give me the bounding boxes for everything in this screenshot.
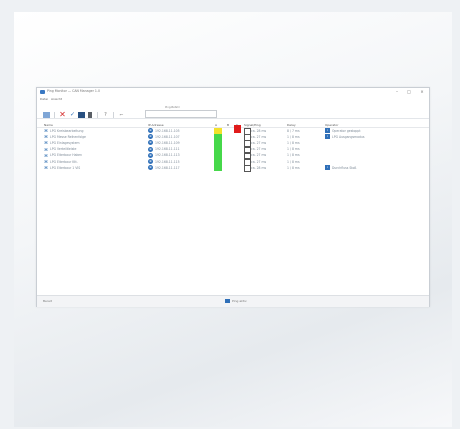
table-row[interactable]: ⌘ LPG Eiterbaur 1 VIS ⊕ 192.168.11.117 ca. 2… (37, 165, 429, 172)
command-input[interactable] (145, 110, 217, 118)
network-icon: ⊕ (148, 128, 153, 133)
app-icon (40, 90, 45, 94)
delay-value: 1 / 8 ms (287, 134, 300, 139)
device-name: LPG Einlagesystem (50, 140, 80, 145)
status-text: Bereit (43, 299, 52, 303)
device-icon: ⌘ (44, 165, 48, 171)
signal-value: ca. 27 ms (251, 134, 267, 139)
device-icon: ⌘ (44, 146, 48, 152)
signal-value: ca. 27 ms (251, 140, 267, 145)
new-icon[interactable] (43, 112, 50, 118)
maximize-button[interactable]: □ (403, 88, 415, 96)
info-icon[interactable]: ? (102, 112, 109, 118)
toolbar-separator (113, 112, 114, 118)
status-bar: Bereit Ping aktiv (37, 295, 429, 307)
network-icon: ⊕ (148, 134, 153, 140)
run-icon[interactable]: ⌐ (118, 112, 125, 118)
network-icon: ⊕ (148, 165, 153, 171)
operator-value: LPG Ausgangsmodus (332, 134, 365, 139)
device-ip: 192.168.11.109 (155, 140, 180, 145)
operator-value: Operator gestoppt (332, 128, 361, 133)
header-delay[interactable]: Delay (287, 123, 296, 127)
device-name: LPG Eiterbaur Ktt. (50, 159, 78, 164)
signal-value: ca. 27 ms (251, 159, 267, 164)
title-bar: Ping Monitor — CAN Manager 1.0 – □ × (37, 88, 429, 96)
delay-value: 1 / 8 ms (287, 147, 300, 152)
toolbar: ✕ ✓ ? ⌐ Ping-Befehl (37, 101, 429, 119)
close-button[interactable]: × (416, 88, 428, 96)
table-row[interactable]: ⌘ LPG Kreisbearbeitung ⊕ 192.168.11.105 ca. … (37, 128, 429, 135)
header-b[interactable]: B (227, 123, 229, 127)
device-ip: 192.168.11.105 (155, 128, 180, 133)
device-name: LPG Eiterbaur Haken (50, 153, 83, 158)
delete-icon[interactable]: ✕ (59, 111, 66, 119)
signal-value: ca. 27 ms (251, 153, 267, 158)
device-icon: ⌘ (44, 140, 48, 146)
header-name[interactable]: Name (44, 123, 53, 127)
device-ip: 192.168.11.115 (155, 159, 180, 164)
status-icon (225, 299, 230, 303)
command-label: Ping-Befehl (165, 106, 180, 109)
device-ip: 192.168.11.117 (155, 165, 180, 170)
operator-value: Durchfluss Stoß (332, 165, 357, 170)
network-icon: ⊕ (148, 159, 153, 164)
app-window: Ping Monitor — CAN Manager 1.0 – □ × Dat… (36, 87, 430, 307)
signal-value: ca. 28 ms (251, 128, 267, 133)
device-ip: 192.168.11.107 (155, 134, 180, 139)
header-a[interactable]: A (215, 123, 217, 127)
delay-value: 8 / 7 ms (287, 128, 300, 133)
network-icon: ⊕ (148, 152, 153, 158)
status-bar-green (214, 165, 222, 172)
delay-value: 1 / 8 ms (287, 140, 300, 145)
menu-file[interactable]: Datei (40, 97, 48, 101)
window-title: Ping Monitor — CAN Manager 1.0 (47, 88, 100, 93)
device-name: LPG Kreisbearbeitung (50, 128, 84, 133)
device-ip: 192.168.11.113 (155, 153, 180, 158)
delay-value: 1 / 8 ms (287, 153, 300, 158)
table-row[interactable]: ⌘ LPG Eiterbaur Haken ⊕ 192.168.11.113 ca. 2… (37, 152, 429, 160)
operator-icon: i (325, 165, 330, 171)
operator-icon: i (325, 134, 330, 140)
toolbar-separator (54, 112, 55, 118)
device-name: LPG Eiterbaur 1 VIS (50, 165, 81, 170)
signal-value: ca. 28 ms (251, 165, 267, 170)
delay-value: 1 / 8 ms (287, 159, 300, 164)
check-icon[interactable]: ✓ (69, 112, 76, 118)
device-ip: 192.168.11.111 (155, 147, 180, 152)
table-row[interactable]: ⌘ LPG Eiterbaur Ktt. ⊕ 192.168.11.115 ca. 27… (37, 159, 429, 166)
network-icon: ⊕ (148, 140, 153, 146)
network-icon: ⊕ (148, 146, 153, 152)
header-operator[interactable]: Operator (325, 123, 338, 127)
device-icon: ⌘ (44, 152, 48, 158)
device-name: LPG Verteiltleiste (50, 147, 77, 152)
delay-value: 1 / 8 ms (287, 165, 300, 170)
signal-value: ca. 27 ms (251, 147, 267, 152)
alarm-indicator (234, 125, 241, 133)
menu-view[interactable]: Ansicht (51, 97, 62, 101)
device-name: LPG Messe Reihenfolge (50, 134, 86, 139)
table-row[interactable]: ⌘ LPG Einlagesystem ⊕ 192.168.11.109 ca. 27 … (37, 140, 429, 147)
signal-icon (244, 165, 251, 172)
save-icon[interactable] (78, 112, 85, 118)
operator-icon: i (325, 128, 330, 133)
device-icon: ⌘ (44, 134, 48, 140)
device-icon: ⌘ (44, 159, 48, 164)
toolbar-separator (97, 112, 98, 118)
minimize-button[interactable]: – (391, 88, 403, 96)
header-signal[interactable]: Signal/Ping (244, 123, 261, 127)
table-row[interactable]: ⌘ LPG Verteiltleiste ⊕ 192.168.11.111 ca. 27… (37, 146, 429, 154)
table-row[interactable]: ⌘ LPG Messe Reihenfolge ⊕ 192.168.11.107 ca.… (37, 134, 429, 141)
status-mid-text: Ping aktiv (232, 299, 247, 303)
header-ip[interactable]: IP-Adresse (148, 123, 164, 127)
device-icon: ⌘ (44, 128, 48, 133)
monitor-icon[interactable] (88, 112, 92, 118)
